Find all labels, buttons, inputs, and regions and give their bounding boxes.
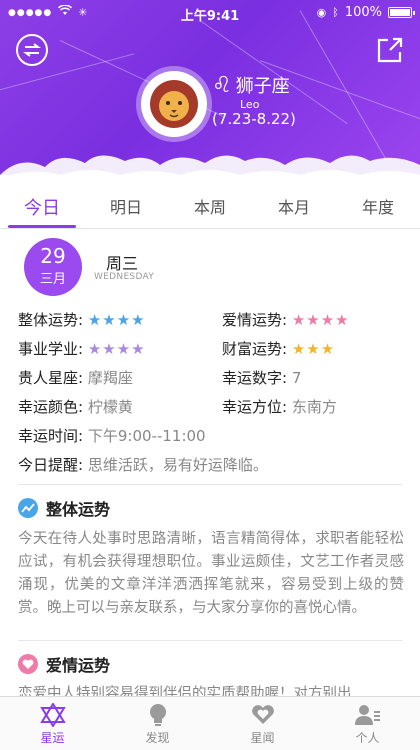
color-label: 幸运颜色: <box>18 398 84 416</box>
nav-horoscope[interactable]: 星运 <box>0 697 105 750</box>
section-divider <box>18 484 402 485</box>
love-text: 恋爱中人特别容易得到伴侣的实质帮助喔！对方别出 <box>18 686 352 697</box>
header-banner: ●●●●● ✳ 上午9:41 ◉ ᛒ 100% ♌ 狮子座 Leo (7.23-… <box>0 0 420 175</box>
weekday-english: WEDNESDAY <box>94 272 155 282</box>
lucky-number-row: 幸运数字: 7 <box>222 367 301 388</box>
bottom-navigation: 星运 发现 星闻 个人 <box>0 696 420 750</box>
share-icon <box>377 37 403 63</box>
nav-news[interactable]: 星闻 <box>210 697 315 750</box>
sign-title: ♌ 狮子座 <box>212 72 290 98</box>
overall-label: 整体运势: <box>18 311 84 329</box>
tab-month[interactable]: 本月 <box>252 182 336 228</box>
love-label: 爱情运势: <box>222 311 288 329</box>
hearts-icon <box>250 703 276 727</box>
section-divider-2 <box>18 640 402 641</box>
lucky-color-row: 幸运颜色: 柠檬黄 <box>18 396 133 417</box>
love-section-title: 爱情运势 <box>18 652 110 676</box>
share-button[interactable] <box>376 36 404 64</box>
overall-section-title: 整体运势 <box>18 496 110 520</box>
status-bar: ●●●●● ✳ 上午9:41 ◉ ᛒ 100% <box>0 0 420 26</box>
number-value: 7 <box>291 369 302 387</box>
app-screen: ●●●●● ✳ 上午9:41 ◉ ᛒ 100% ♌ 狮子座 Leo (7.23-… <box>0 0 420 750</box>
period-tabs: 今日 明日 本周 本月 年度 <box>0 182 420 228</box>
career-stars: ★★★★ <box>87 340 146 358</box>
overall-fortune-row: 整体运势: ★★★★ <box>18 309 146 330</box>
love-title-text: 爱情运势 <box>46 656 111 675</box>
overall-stars: ★★★★ <box>87 311 146 329</box>
overall-title-text: 整体运势 <box>46 500 111 519</box>
love-stars: ★★★★ <box>291 311 350 329</box>
date-month: 三月 <box>39 272 66 287</box>
time-value: 下午9:00--11:00 <box>87 427 206 445</box>
direction-label: 幸运方位: <box>222 398 288 416</box>
noble-value: 摩羯座 <box>87 369 133 387</box>
star-of-david-icon <box>39 703 66 727</box>
leo-symbol-icon: ♌ <box>212 72 232 98</box>
number-label: 幸运数字: <box>222 369 288 387</box>
sign-avatar[interactable] <box>136 66 212 142</box>
direction-value: 东南方 <box>291 398 337 416</box>
noble-sign-row: 贵人星座: 摩羯座 <box>18 367 133 388</box>
wealth-fortune-row: 财富运势: ★★★ <box>222 338 335 359</box>
wealth-stars: ★★★ <box>291 340 336 358</box>
date-badge: 29 三月 <box>24 238 82 296</box>
sign-name-text: 狮子座 <box>235 76 290 97</box>
swap-sign-button[interactable] <box>16 34 48 66</box>
overall-text: 今天在待人处事时思路清晰，语言精简得体，求职者能轻松应试，有机会获得理想职位。事… <box>18 531 404 616</box>
heart-icon <box>18 654 38 674</box>
tab-divider <box>0 228 420 229</box>
nav-horoscope-label: 星运 <box>40 731 65 745</box>
reminder-label: 今日提醒: <box>18 456 84 474</box>
chart-icon <box>18 498 38 518</box>
tab-tomorrow[interactable]: 明日 <box>84 182 168 228</box>
daily-reminder-row: 今日提醒: 思维活跃，易有好运降临。 <box>18 454 268 475</box>
wealth-label: 财富运势: <box>222 340 288 358</box>
cloud-decoration <box>0 155 420 175</box>
nav-discover[interactable]: 发现 <box>105 697 210 750</box>
battery-percent: 100% <box>344 5 382 20</box>
lightbulb-icon <box>145 703 171 727</box>
time-label: 幸运时间: <box>18 427 84 445</box>
rotation-lock-icon: ◉ <box>316 6 327 19</box>
user-profile-icon <box>354 703 381 727</box>
nav-news-label: 星闻 <box>250 731 275 745</box>
date-day: 29 <box>40 244 66 268</box>
nav-profile[interactable]: 个人 <box>315 697 420 750</box>
swap-arrows-icon <box>23 43 41 57</box>
tab-year[interactable]: 年度 <box>336 182 420 228</box>
weekday-chinese: 周三 <box>106 254 139 273</box>
love-fortune-row: 爱情运势: ★★★★ <box>222 309 350 330</box>
career-fortune-row: 事业学业: ★★★★ <box>18 338 146 359</box>
tab-week[interactable]: 本周 <box>168 182 252 228</box>
lucky-direction-row: 幸运方位: 东南方 <box>222 396 337 417</box>
nav-profile-label: 个人 <box>355 731 380 745</box>
battery-icon <box>388 7 415 18</box>
reminder-value: 思维活跃，易有好运降临。 <box>87 456 268 474</box>
lion-icon <box>150 80 198 128</box>
tab-today[interactable]: 今日 <box>0 182 84 228</box>
sign-date-range: (7.23-8.22) <box>212 110 296 128</box>
noble-label: 贵人星座: <box>18 369 84 387</box>
career-label: 事业学业: <box>18 340 84 358</box>
bluetooth-icon: ᛒ <box>332 6 339 19</box>
color-value: 柠檬黄 <box>87 398 133 416</box>
nav-discover-label: 发现 <box>145 731 170 745</box>
lucky-time-row: 幸运时间: 下午9:00--11:00 <box>18 425 206 446</box>
